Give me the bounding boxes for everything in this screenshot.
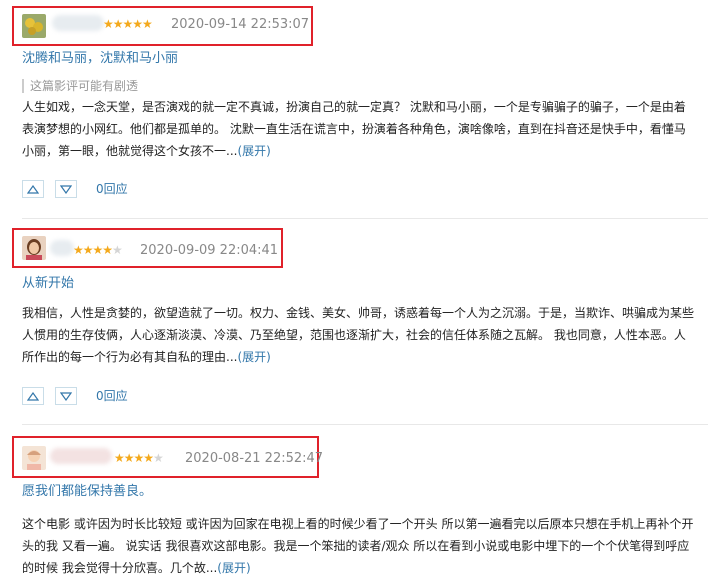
upvote-button[interactable] xyxy=(22,180,44,198)
downvote-button[interactable] xyxy=(55,180,77,198)
triangle-down-icon xyxy=(60,184,72,194)
username-blurred[interactable] xyxy=(52,15,104,31)
spoiler-warning: 这篇影评可能有剧透 xyxy=(22,79,138,93)
review-title-link[interactable]: 愿我们都能保持善良。 xyxy=(22,483,152,501)
username-blurred[interactable] xyxy=(50,240,74,256)
username-blurred[interactable] xyxy=(50,448,112,464)
expand-link[interactable]: (展开) xyxy=(237,144,270,158)
review-body-text: 我相信，人性是贪婪的，欲望造就了一切。权力、金钱、美女、帅哥，诱惑着每一个人为之… xyxy=(22,306,695,364)
review-time: 2020-09-14 22:53:07 xyxy=(171,17,310,32)
divider xyxy=(22,218,708,219)
avatar[interactable] xyxy=(22,14,46,38)
divider xyxy=(22,424,708,425)
triangle-up-icon xyxy=(27,184,39,194)
downvote-button[interactable] xyxy=(55,387,77,405)
triangle-up-icon xyxy=(27,391,39,401)
reply-count-link[interactable]: 0回应 xyxy=(96,388,128,404)
reply-count-link[interactable]: 0回应 xyxy=(96,181,128,197)
avatar[interactable] xyxy=(22,446,46,470)
review-body-text: 人生如戏，一念天堂，是否演戏的就一定不真诚，扮演自己的就一定真？ 沈默和马小丽，… xyxy=(22,100,686,158)
expand-link[interactable]: (展开) xyxy=(237,350,270,364)
rating-stars: ★★★★★ xyxy=(103,17,153,31)
rating-stars: ★★★★★ xyxy=(73,243,123,257)
review-body: 人生如戏，一念天堂，是否演戏的就一定不真诚，扮演自己的就一定真？ 沈默和马小丽，… xyxy=(22,96,694,162)
review-time: 2020-08-21 22:52:47 xyxy=(185,451,324,466)
review-body-text: 这个电影 或许因为时长比较短 或许因为回家在电视上看的时候少看了一个开头 所以第… xyxy=(22,517,694,575)
review-title-link[interactable]: 沈腾和马丽，沈默和马小丽 xyxy=(22,50,178,68)
review-body: 这个电影 或许因为时长比较短 或许因为回家在电视上看的时候少看了一个开头 所以第… xyxy=(22,513,694,579)
avatar[interactable] xyxy=(22,236,46,260)
upvote-button[interactable] xyxy=(22,387,44,405)
rating-stars: ★★★★★ xyxy=(114,451,164,465)
review-body: 我相信，人性是贪婪的，欲望造就了一切。权力、金钱、美女、帅哥，诱惑着每一个人为之… xyxy=(22,302,694,368)
triangle-down-icon xyxy=(60,391,72,401)
expand-link[interactable]: (展开) xyxy=(217,561,250,575)
review-time: 2020-09-09 22:04:41 xyxy=(140,243,279,258)
review-title-link[interactable]: 从新开始 xyxy=(22,275,74,293)
